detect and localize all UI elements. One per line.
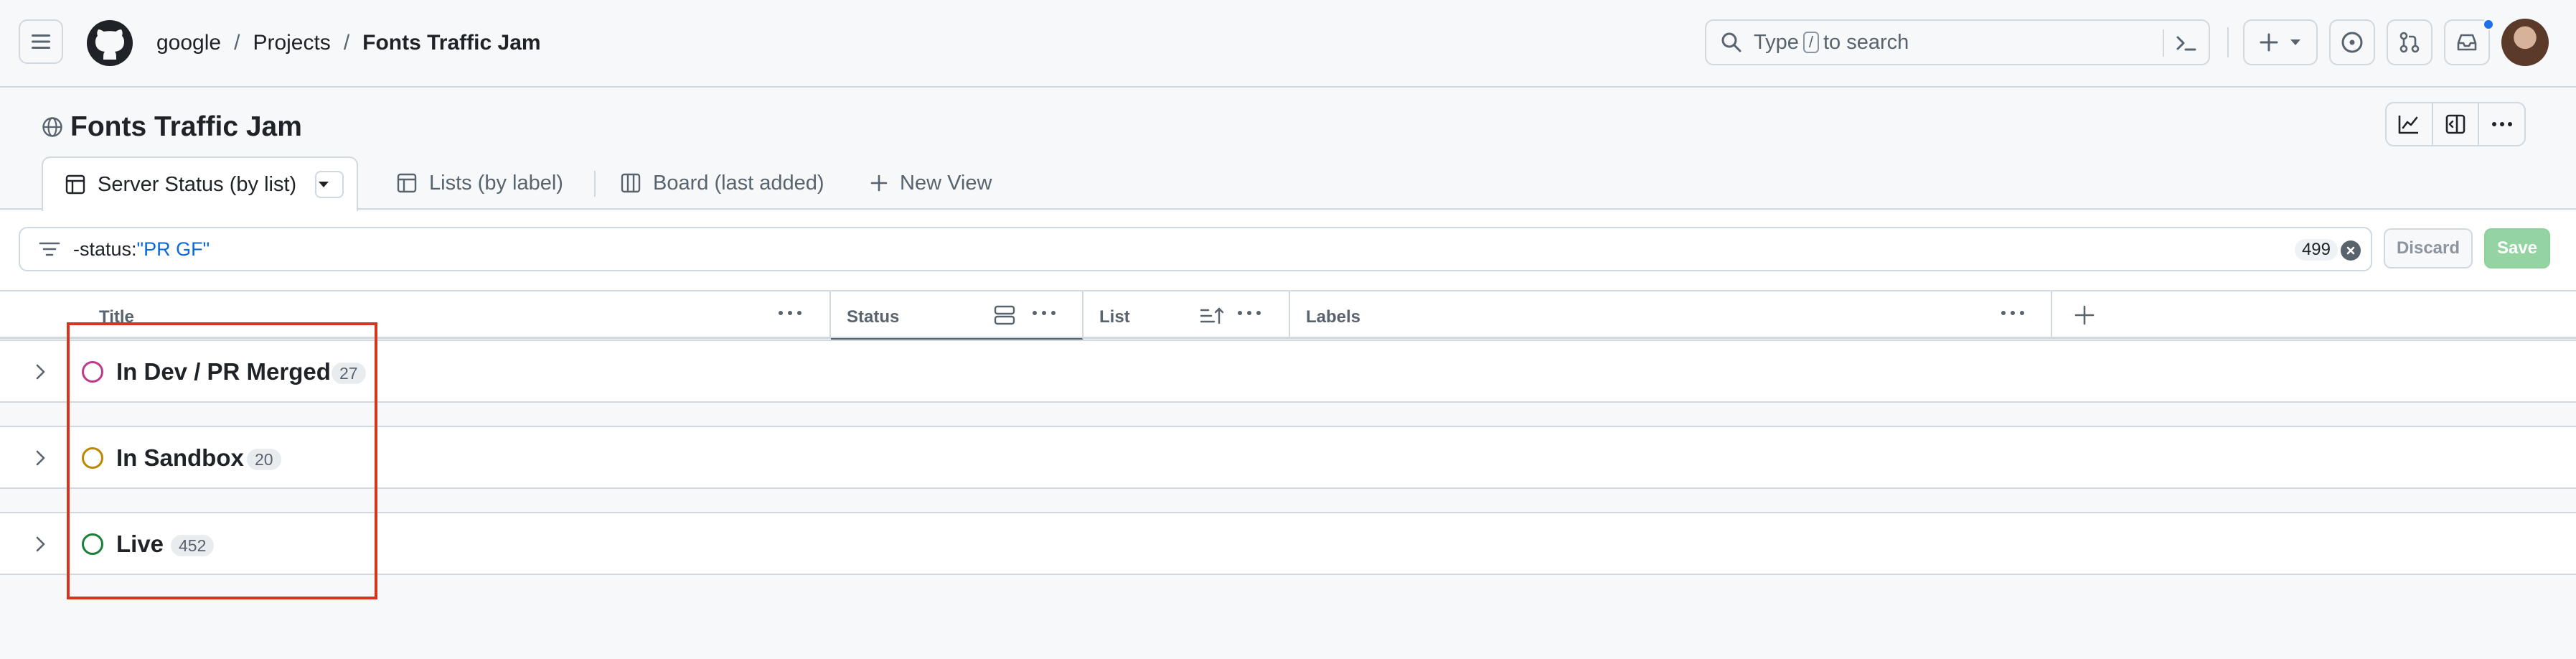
column-header-list[interactable]: List — [1083, 291, 1290, 339]
caret-down-icon — [319, 182, 329, 187]
board-icon — [621, 173, 641, 193]
search-placeholder-suffix: to search — [1823, 30, 1909, 54]
notification-indicator — [2483, 19, 2494, 30]
tab-label: Board (last added) — [653, 171, 824, 195]
column-labels-label: Labels — [1306, 307, 1361, 327]
insights-button[interactable] — [2387, 103, 2433, 145]
group-row-in-dev[interactable]: In Dev / PR Merged 27 — [0, 340, 2576, 403]
discard-button[interactable]: Discard — [2384, 228, 2473, 268]
group-name: In Dev / PR Merged — [116, 358, 331, 385]
filter-icon — [39, 242, 60, 256]
plus-icon — [2260, 33, 2278, 52]
table-header: Title Status List Labels — [0, 290, 2576, 340]
tab-board-last-added[interactable]: Board (last added) — [620, 156, 824, 210]
sort-ascending-icon — [1200, 307, 1224, 324]
group-row-in-sandbox[interactable]: In Sandbox 20 — [0, 426, 2576, 489]
top-header: google / Projects / Fonts Traffic Jam Ty… — [0, 0, 2576, 88]
breadcrumb: google / Projects / Fonts Traffic Jam — [156, 29, 541, 57]
command-palette-icon[interactable] — [2174, 31, 2199, 55]
search-divider — [2163, 29, 2164, 57]
group-count: 452 — [171, 535, 215, 556]
chevron-right-icon[interactable] — [32, 449, 49, 467]
group-row-live[interactable]: Live 452 — [0, 512, 2576, 575]
filter-bar: -status: "PR GF" 499 Discard Save — [0, 211, 2576, 290]
tab-label: New View — [900, 171, 992, 195]
issues-button[interactable] — [2329, 19, 2375, 65]
view-options-button[interactable] — [315, 171, 344, 198]
kebab-horizontal-icon[interactable] — [2001, 310, 2025, 316]
breadcrumb-org-link[interactable]: google — [156, 31, 221, 55]
filter-input[interactable]: -status: "PR GF" 499 — [19, 227, 2372, 271]
issue-circle-icon — [2341, 32, 2363, 53]
column-list-label: List — [1099, 307, 1130, 327]
project-title-text: Fonts Traffic Jam — [70, 111, 302, 142]
hamburger-menu-button[interactable] — [19, 19, 63, 64]
pull-request-icon — [2399, 32, 2420, 53]
project-more-button[interactable] — [2479, 103, 2524, 145]
pull-requests-button[interactable] — [2387, 19, 2432, 65]
project-title: Fonts Traffic Jam — [42, 109, 302, 145]
table-icon — [397, 173, 417, 193]
column-header-labels[interactable]: Labels — [1290, 291, 2052, 339]
filter-result-count: 499 — [2294, 239, 2338, 261]
graph-icon — [2399, 116, 2419, 134]
status-circle-icon — [82, 447, 103, 469]
column-status-label: Status — [847, 307, 900, 327]
table-icon — [65, 174, 85, 195]
group-name: In Sandbox — [116, 444, 244, 471]
column-header-title[interactable]: Title — [0, 291, 831, 339]
chevron-right-icon[interactable] — [32, 535, 49, 553]
hamburger-icon — [32, 34, 50, 49]
user-avatar[interactable] — [2501, 19, 2549, 66]
group-count: 27 — [332, 363, 366, 384]
sidebar-expand-icon — [2445, 114, 2465, 134]
status-circle-icon — [82, 533, 103, 555]
tab-divider — [594, 171, 596, 197]
caret-down-icon — [2290, 39, 2300, 45]
breadcrumb-current-project[interactable]: Fonts Traffic Jam — [362, 31, 540, 55]
search-shortcut-key: / — [1802, 32, 1819, 53]
new-view-button[interactable]: New View — [870, 156, 992, 210]
breadcrumb-projects-link[interactable]: Projects — [253, 31, 330, 55]
plus-icon — [2074, 305, 2095, 325]
create-new-button[interactable] — [2243, 19, 2318, 65]
kebab-horizontal-icon[interactable] — [1032, 310, 1056, 316]
plus-icon — [870, 174, 888, 192]
header-divider — [2227, 27, 2229, 57]
breadcrumb-separator: / — [343, 31, 350, 55]
github-logo-icon[interactable] — [86, 19, 133, 67]
view-tabs: Server Status (by list) Lists (by label)… — [0, 156, 2576, 211]
tab-label: Lists (by label) — [429, 171, 563, 195]
breadcrumb-separator: / — [234, 31, 240, 55]
tab-label: Server Status (by list) — [98, 172, 297, 196]
group-count: 20 — [247, 449, 281, 470]
tab-server-status[interactable]: Server Status (by list) — [42, 156, 359, 211]
x-circle-icon — [2346, 246, 2355, 255]
search-input[interactable]: Type / to search — [1705, 19, 2210, 65]
status-circle-icon — [82, 361, 103, 383]
group-by-icon — [994, 305, 1015, 325]
kebab-horizontal-icon[interactable] — [778, 310, 802, 316]
kebab-horizontal-icon — [2491, 122, 2512, 126]
kebab-horizontal-icon[interactable] — [1237, 310, 1261, 316]
filter-query-value: "PR GF" — [136, 238, 210, 260]
group-name: Live — [116, 531, 164, 557]
save-button[interactable]: Save — [2484, 228, 2550, 268]
chevron-right-icon[interactable] — [32, 363, 49, 381]
tab-lists-by-label[interactable]: Lists (by label) — [396, 156, 563, 210]
column-title-label: Title — [99, 307, 134, 327]
column-header-status[interactable]: Status — [831, 291, 1083, 340]
add-field-button[interactable] — [2074, 304, 2095, 330]
search-icon — [1721, 32, 1741, 52]
inbox-icon — [2457, 34, 2477, 51]
project-toolbar — [2385, 102, 2526, 146]
globe-icon — [42, 117, 62, 137]
filter-query-key: -status: — [73, 238, 137, 260]
clear-filter-button[interactable] — [2341, 240, 2361, 261]
side-panel-button[interactable] — [2433, 103, 2480, 145]
search-placeholder-prefix: Type — [1754, 30, 1799, 54]
